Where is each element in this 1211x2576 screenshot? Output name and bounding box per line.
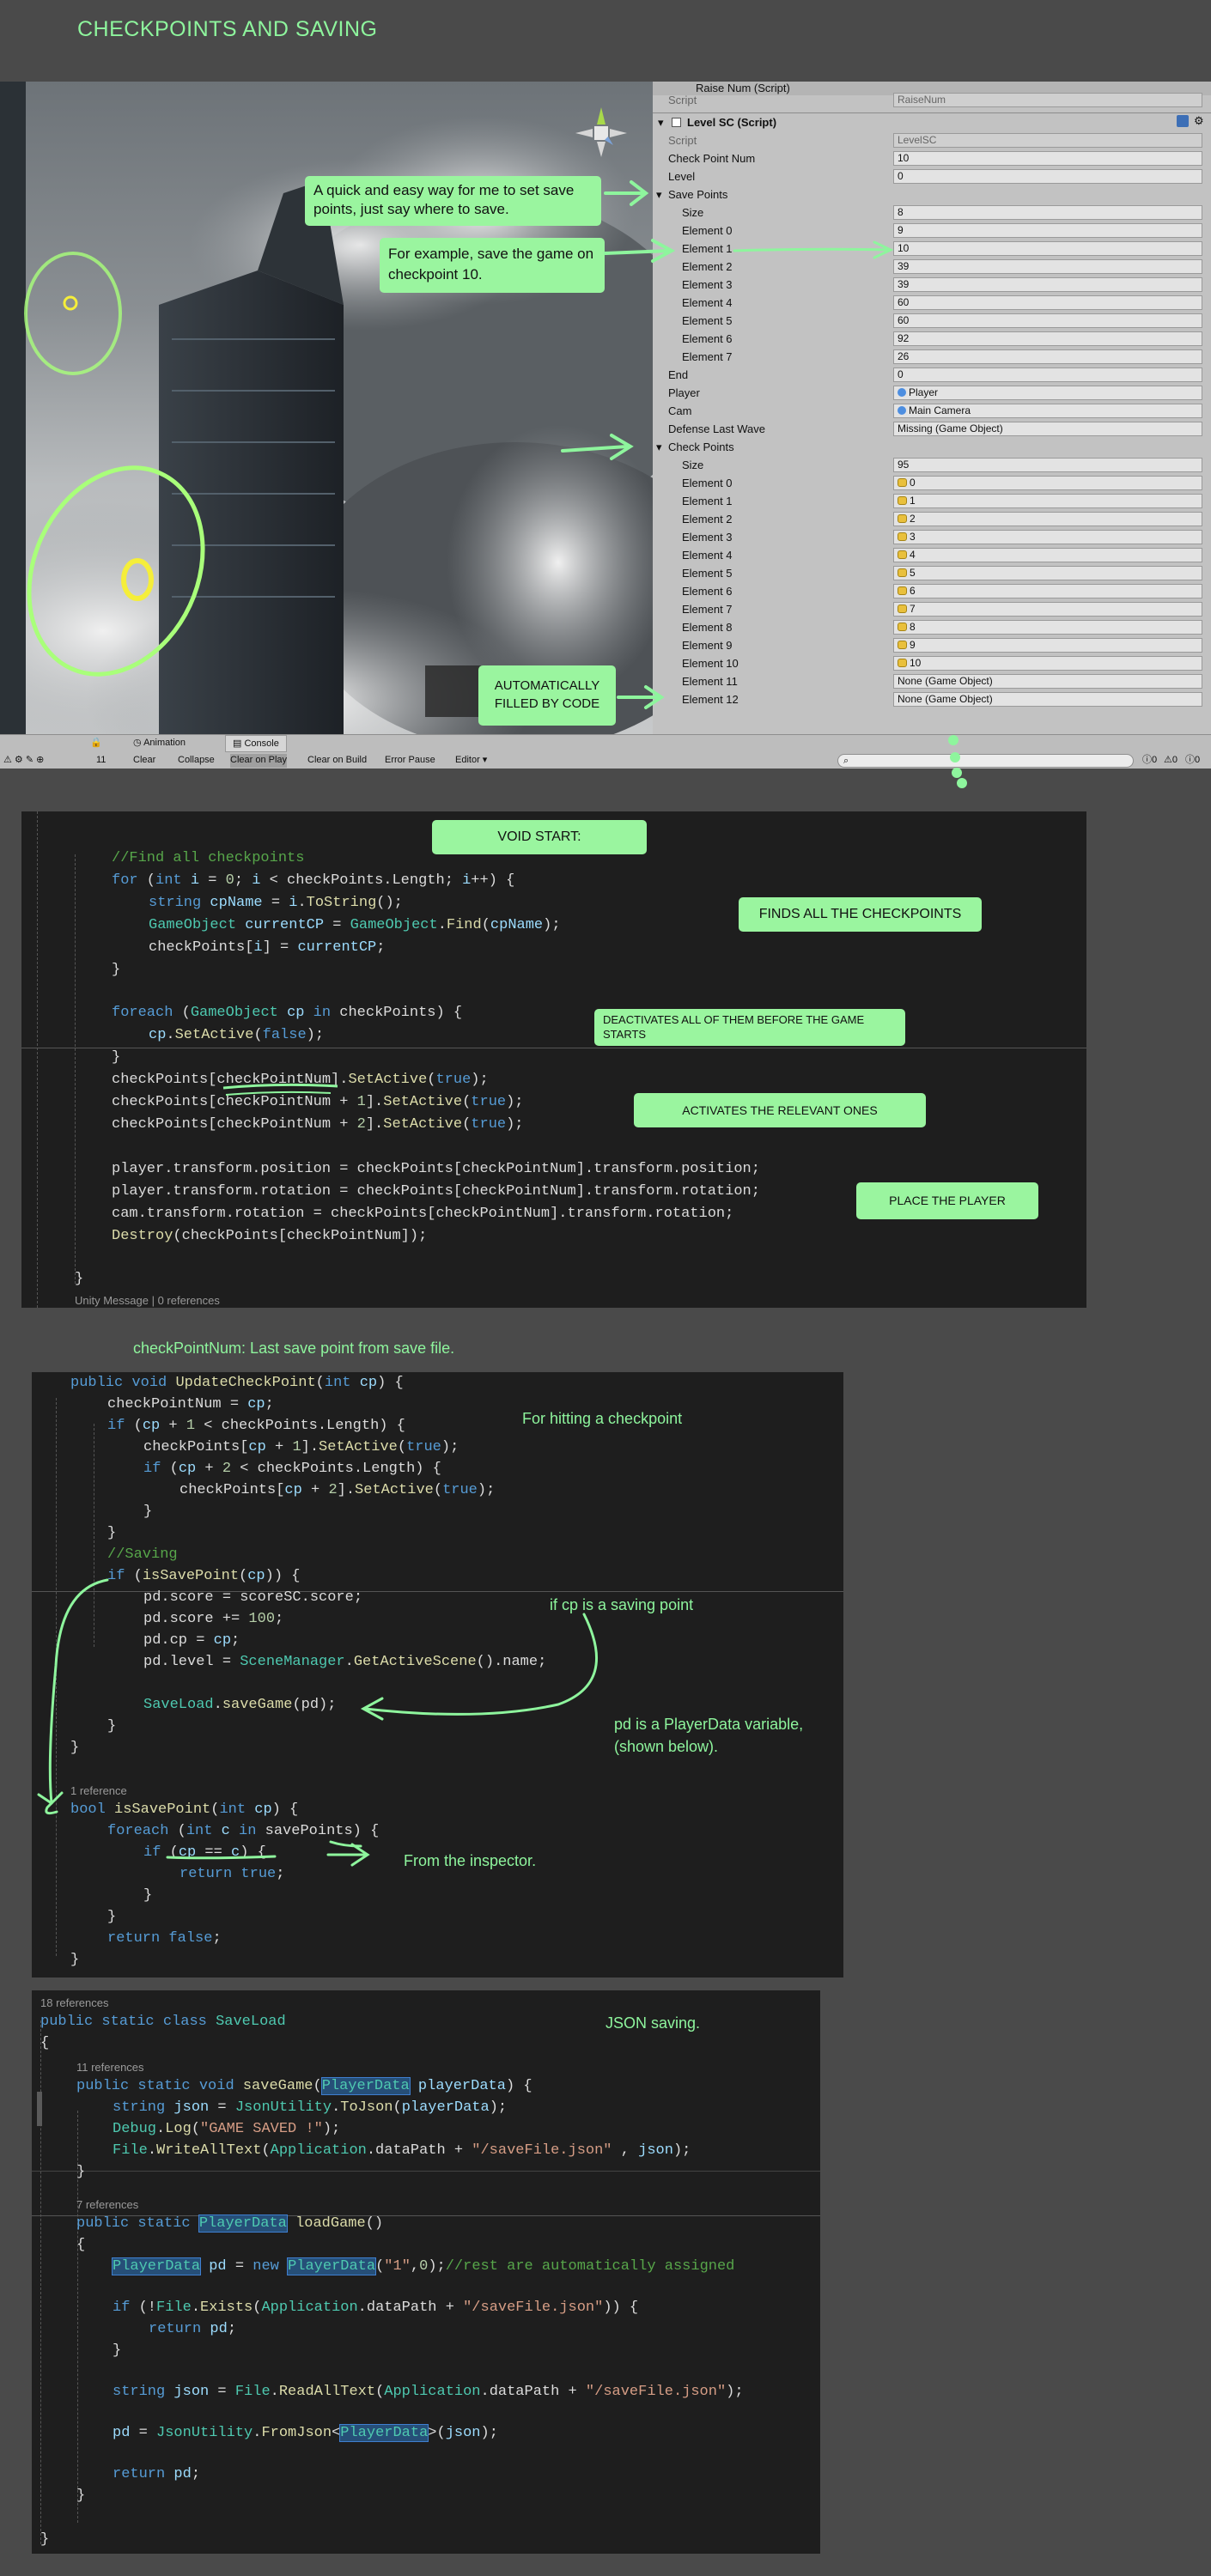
note-checkpointnum: checkPointNum: Last save point from save… <box>133 1340 455 1357</box>
callout-activates: ACTIVATES THE RELEVANT ONES <box>634 1093 926 1127</box>
callout-finds-all: FINDS ALL THE CHECKPOINTS <box>739 897 982 932</box>
arrow-to-save-points <box>604 180 649 206</box>
callout-deactivates: DEACTIVATES ALL OF THEM BEFORE THE GAME … <box>594 1009 905 1046</box>
annotation-arrows-2 <box>37 1578 598 1867</box>
arrow-to-elements <box>617 685 665 709</box>
references-label: 11 references <box>76 2061 144 2074</box>
code-panel-saveload: 18 references public static class SaveLo… <box>32 1990 820 2554</box>
note-json-saving: JSON saving. <box>606 2014 701 2032</box>
code-panel-start: //Find all checkpoints for (int i = 0; i… <box>21 811 1086 1308</box>
callout-place-player: PLACE THE PLAYER <box>856 1182 1038 1219</box>
callout-void-start: VOID START: <box>432 820 647 854</box>
references-label: 7 references <box>76 2198 139 2211</box>
annotation-arrows <box>561 180 967 788</box>
references-label: 18 references <box>40 1996 109 2009</box>
arrow-to-check-points <box>561 434 634 460</box>
